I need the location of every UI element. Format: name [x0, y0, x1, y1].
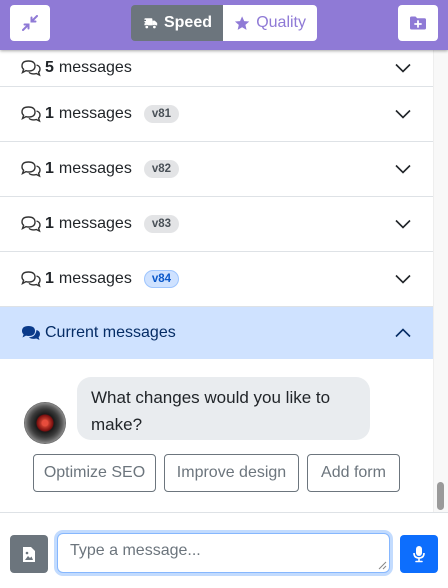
- comments-solid-icon: [20, 324, 42, 342]
- attach-image-button[interactable]: [10, 535, 48, 573]
- version-badge-active: v84: [143, 270, 180, 288]
- microphone-icon: [413, 546, 425, 563]
- truck-fast-icon: [142, 18, 158, 30]
- speed-mode-button[interactable]: Speed: [131, 5, 223, 41]
- composer: [0, 512, 448, 588]
- messages-label: messages: [58, 59, 132, 76]
- chevron-down-icon: [395, 274, 411, 284]
- chevron-down-icon: [395, 164, 411, 174]
- comments-icon: [20, 59, 42, 77]
- history-group[interactable]: 5 messages: [0, 50, 433, 87]
- message-count: 1: [45, 215, 54, 232]
- version-badge: v83: [143, 215, 180, 233]
- message-count: 1: [45, 105, 54, 122]
- message-history-list: 5 messages 1 messages v81 1 messages v82…: [0, 50, 433, 359]
- chevron-down-icon: [395, 63, 411, 73]
- quality-mode-button[interactable]: Quality: [223, 5, 317, 41]
- comments-icon: [20, 215, 42, 233]
- chevron-down-icon: [395, 219, 411, 229]
- voice-input-button[interactable]: [400, 535, 438, 573]
- new-project-button[interactable]: [398, 5, 438, 41]
- messages-label: messages: [58, 215, 132, 232]
- folder-plus-icon: [410, 16, 426, 30]
- message-count: 1: [45, 160, 54, 177]
- chevron-up-icon: [395, 328, 411, 338]
- suggestion-optimize-seo-button[interactable]: Optimize SEO: [33, 454, 156, 492]
- quality-label: Quality: [256, 14, 306, 31]
- speed-label: Speed: [163, 14, 212, 31]
- comments-icon: [20, 105, 42, 123]
- history-group[interactable]: 1 messages v83: [0, 197, 433, 252]
- mode-toggle: Speed Quality: [131, 5, 317, 41]
- history-group[interactable]: 1 messages v81: [0, 87, 433, 142]
- file-image-icon: [23, 546, 35, 562]
- messages-label: messages: [58, 105, 132, 122]
- history-group[interactable]: 1 messages v84: [0, 252, 433, 307]
- current-messages-header[interactable]: Current messages: [0, 307, 433, 359]
- chevron-down-icon: [395, 109, 411, 119]
- message-input[interactable]: [57, 533, 390, 573]
- message-count: 1: [45, 270, 54, 287]
- current-messages-label: Current messages: [45, 324, 176, 341]
- star-icon: [234, 15, 250, 30]
- suggestion-add-form-button[interactable]: Add form: [307, 454, 400, 492]
- collapse-button[interactable]: [10, 5, 50, 41]
- history-group[interactable]: 1 messages v82: [0, 142, 433, 197]
- version-badge: v81: [143, 105, 180, 123]
- messages-label: messages: [58, 270, 132, 287]
- comments-icon: [20, 160, 42, 178]
- comments-icon: [20, 270, 42, 288]
- assistant-message: What changes would you like to make?: [77, 377, 370, 440]
- top-toolbar: Speed Quality: [0, 0, 448, 50]
- version-badge: v82: [143, 160, 180, 178]
- scrollbar-track[interactable]: [433, 50, 448, 512]
- resize-handle-icon[interactable]: [378, 561, 387, 570]
- messages-label: messages: [58, 160, 132, 177]
- compress-icon: [22, 15, 38, 31]
- message-count: 5: [45, 59, 54, 76]
- scrollbar-thumb[interactable]: [437, 482, 444, 510]
- hal-avatar-icon: [24, 402, 66, 444]
- suggestion-improve-design-button[interactable]: Improve design: [164, 454, 299, 492]
